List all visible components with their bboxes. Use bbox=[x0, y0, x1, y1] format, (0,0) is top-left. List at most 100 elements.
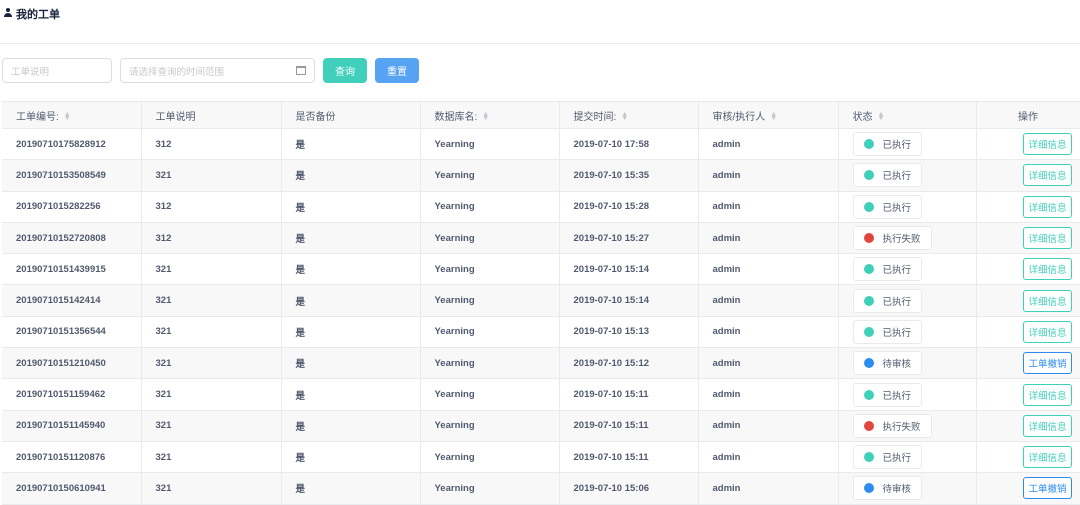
status-label: 已执行 bbox=[882, 296, 912, 308]
cell-backup: 是 bbox=[281, 253, 421, 286]
cell-db: Yearning bbox=[420, 316, 560, 349]
column-header-label: 工单说明 bbox=[155, 111, 196, 123]
cell-desc: 321 bbox=[141, 378, 282, 411]
status-badge: 已执行 bbox=[852, 288, 923, 313]
cell-time: 2019-07-10 15:35 bbox=[559, 159, 699, 192]
user-icon bbox=[4, 8, 12, 17]
cell-backup: 是 bbox=[281, 441, 421, 474]
status-label: 已执行 bbox=[882, 390, 912, 402]
cell-backup: 是 bbox=[281, 191, 421, 223]
query-button[interactable]: 查询 bbox=[323, 58, 367, 83]
status-badge: 执行失败 bbox=[852, 413, 932, 438]
date-range-picker[interactable]: 请选择查询的时间范围 bbox=[120, 58, 315, 83]
cell-id: 20190710150610941 bbox=[2, 472, 142, 505]
column-header[interactable]: 工单编号: ▲ ▼ bbox=[2, 101, 142, 129]
cell-action: 详细信息 bbox=[976, 316, 1080, 349]
cell-status: 执行失败 bbox=[838, 410, 977, 442]
cell-action: 详细信息 bbox=[976, 441, 1080, 474]
cell-backup: 是 bbox=[281, 347, 421, 380]
cell-status: 已执行 bbox=[838, 128, 977, 161]
cell-id: 20190710175828912 bbox=[2, 128, 142, 161]
column-header-label: 状态 bbox=[852, 111, 873, 123]
cell-db: Yearning bbox=[420, 159, 560, 192]
details-button[interactable]: 详细信息 bbox=[1023, 195, 1072, 218]
cell-backup: 是 bbox=[281, 284, 421, 317]
cell-user: admin bbox=[698, 222, 839, 255]
details-button[interactable]: 详细信息 bbox=[1023, 446, 1072, 469]
cancel-order-button[interactable]: 工单撤销 bbox=[1023, 477, 1072, 500]
details-button[interactable]: 详细信息 bbox=[1023, 258, 1072, 281]
status-badge: 已执行 bbox=[852, 445, 923, 470]
cell-desc: 321 bbox=[141, 410, 282, 442]
cell-user: admin bbox=[698, 128, 839, 161]
cell-db: Yearning bbox=[420, 284, 560, 317]
column-header[interactable]: 提交时间: ▲ ▼ bbox=[559, 101, 699, 129]
column-header-label: 操作 bbox=[1018, 111, 1038, 123]
cell-desc: 312 bbox=[141, 222, 282, 255]
status-dot-icon bbox=[863, 295, 874, 306]
cell-backup: 是 bbox=[281, 378, 421, 411]
filter-bar: 工单说明 请选择查询的时间范围 查询 重置 bbox=[2, 58, 419, 83]
status-label: 已执行 bbox=[882, 202, 912, 214]
status-dot-icon bbox=[863, 326, 874, 337]
cell-db: Yearning bbox=[420, 441, 560, 474]
status-dot-icon bbox=[863, 389, 874, 400]
cell-status: 已执行 bbox=[838, 191, 977, 223]
table-row: 20190710151210450 321 是 Yearning 2019-07-10 … bbox=[2, 347, 1080, 380]
column-header[interactable]: 状态 ▲ ▼ bbox=[838, 101, 977, 129]
cell-user: admin bbox=[698, 253, 839, 286]
cell-action: 详细信息 bbox=[976, 191, 1080, 223]
column-header-label: 审核/执行人 bbox=[712, 111, 766, 123]
cell-action: 详细信息 bbox=[976, 410, 1080, 442]
sort-icon[interactable]: ▲ ▼ bbox=[770, 111, 777, 122]
sort-icon[interactable]: ▲ ▼ bbox=[878, 111, 885, 122]
column-header: 是否备份 bbox=[281, 101, 421, 129]
cell-status: 已执行 bbox=[838, 159, 977, 192]
reset-button[interactable]: 重置 bbox=[375, 58, 419, 83]
cell-backup: 是 bbox=[281, 410, 421, 442]
description-input[interactable]: 工单说明 bbox=[2, 58, 112, 83]
cell-status: 待审核 bbox=[838, 347, 977, 380]
cell-user: admin bbox=[698, 159, 839, 192]
sort-icon[interactable]: ▲ ▼ bbox=[621, 111, 628, 122]
cell-desc: 312 bbox=[141, 128, 282, 161]
details-button[interactable]: 详细信息 bbox=[1023, 164, 1072, 187]
status-dot-icon bbox=[863, 233, 874, 244]
table-row: 2019071015142414 321 是 Yearning 2019-07-10 1… bbox=[2, 284, 1080, 317]
details-button[interactable]: 详细信息 bbox=[1023, 320, 1072, 343]
status-label: 待审核 bbox=[882, 484, 912, 496]
cell-desc: 321 bbox=[141, 316, 282, 349]
column-header-label: 是否备份 bbox=[295, 111, 336, 123]
status-dot-icon bbox=[863, 201, 874, 212]
status-badge: 执行失败 bbox=[852, 226, 932, 251]
status-label: 执行失败 bbox=[882, 234, 921, 246]
column-header[interactable]: 审核/执行人 ▲ ▼ bbox=[698, 101, 839, 129]
cell-backup: 是 bbox=[281, 222, 421, 255]
cell-db: Yearning bbox=[420, 347, 560, 380]
status-dot-icon bbox=[863, 452, 874, 463]
cell-time: 2019-07-10 15:06 bbox=[559, 472, 699, 505]
details-button[interactable]: 详细信息 bbox=[1023, 414, 1072, 437]
column-header: 工单说明 bbox=[141, 101, 282, 129]
column-header-label: 数据库名: bbox=[434, 111, 478, 123]
details-button[interactable]: 详细信息 bbox=[1023, 289, 1072, 312]
table-row: 20190710151145940 321 是 Yearning 2019-07-10 … bbox=[2, 410, 1080, 442]
cell-user: admin bbox=[698, 191, 839, 223]
details-button[interactable]: 详细信息 bbox=[1023, 383, 1072, 406]
cancel-order-button[interactable]: 工单撤销 bbox=[1023, 352, 1072, 375]
status-badge: 已执行 bbox=[852, 319, 923, 344]
table-row: 20190710152720808 312 是 Yearning 2019-07-10 … bbox=[2, 222, 1080, 255]
status-label: 已执行 bbox=[882, 453, 912, 465]
details-button[interactable]: 详细信息 bbox=[1023, 133, 1072, 156]
column-header[interactable]: 数据库名: ▲ ▼ bbox=[420, 101, 560, 129]
status-label: 已执行 bbox=[882, 265, 912, 277]
status-badge: 已执行 bbox=[852, 163, 923, 188]
sort-icon[interactable]: ▲ ▼ bbox=[482, 111, 489, 122]
cell-time: 2019-07-10 15:13 bbox=[559, 316, 699, 349]
details-button[interactable]: 详细信息 bbox=[1023, 227, 1072, 250]
cell-time: 2019-07-10 15:27 bbox=[559, 222, 699, 255]
cell-backup: 是 bbox=[281, 128, 421, 161]
cell-id: 20190710151159462 bbox=[2, 378, 142, 411]
status-label: 已执行 bbox=[882, 327, 912, 339]
sort-icon[interactable]: ▲ ▼ bbox=[64, 111, 71, 122]
